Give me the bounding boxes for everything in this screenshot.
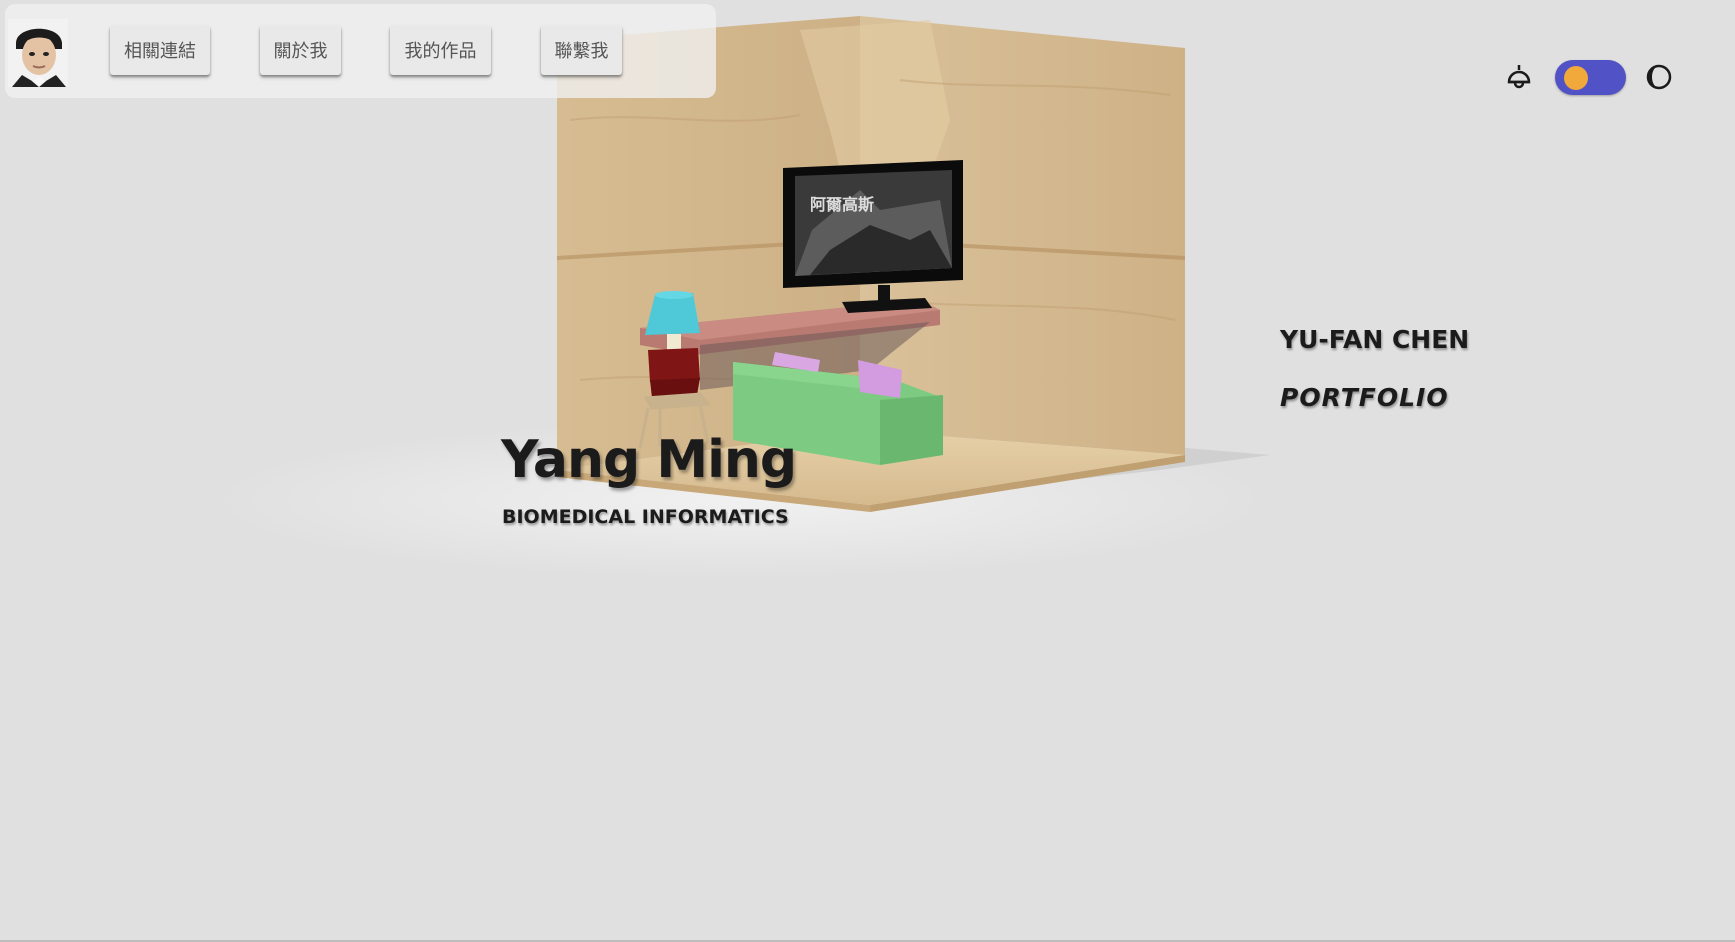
avatar-portrait xyxy=(8,19,68,87)
nav-my-works-button[interactable]: 我的作品 xyxy=(390,25,491,75)
avatar[interactable] xyxy=(8,19,68,87)
owner-name: YU-FAN CHEN xyxy=(1280,325,1470,354)
hero-subtitle: BIOMEDICAL INFORMATICS xyxy=(502,506,789,528)
top-nav: 相關連結 關於我 我的作品 聯繫我 xyxy=(5,4,716,98)
theme-toggle[interactable] xyxy=(1555,60,1626,95)
nav-contact-me-button[interactable]: 聯繫我 xyxy=(541,25,622,75)
lamp-stem xyxy=(667,334,681,350)
portfolio-label: PORTFOLIO xyxy=(1280,383,1449,412)
nav-related-links-button[interactable]: 相關連結 xyxy=(110,25,210,75)
hero-title: Yang Ming xyxy=(501,430,797,490)
theme-toggle-knob xyxy=(1564,66,1588,90)
room-illustration: 阿爾高斯 xyxy=(556,16,1270,512)
sofa-side xyxy=(880,395,943,465)
side-table-top xyxy=(648,348,700,382)
ceiling-lamp-icon[interactable] xyxy=(1505,63,1533,91)
nav-about-me-button[interactable]: 關於我 xyxy=(260,25,341,75)
half-moon-icon[interactable] xyxy=(1645,63,1673,91)
tv-screen-caption: 阿爾高斯 xyxy=(810,195,874,214)
room-3d-scene: 阿爾高斯 xyxy=(0,0,1735,942)
